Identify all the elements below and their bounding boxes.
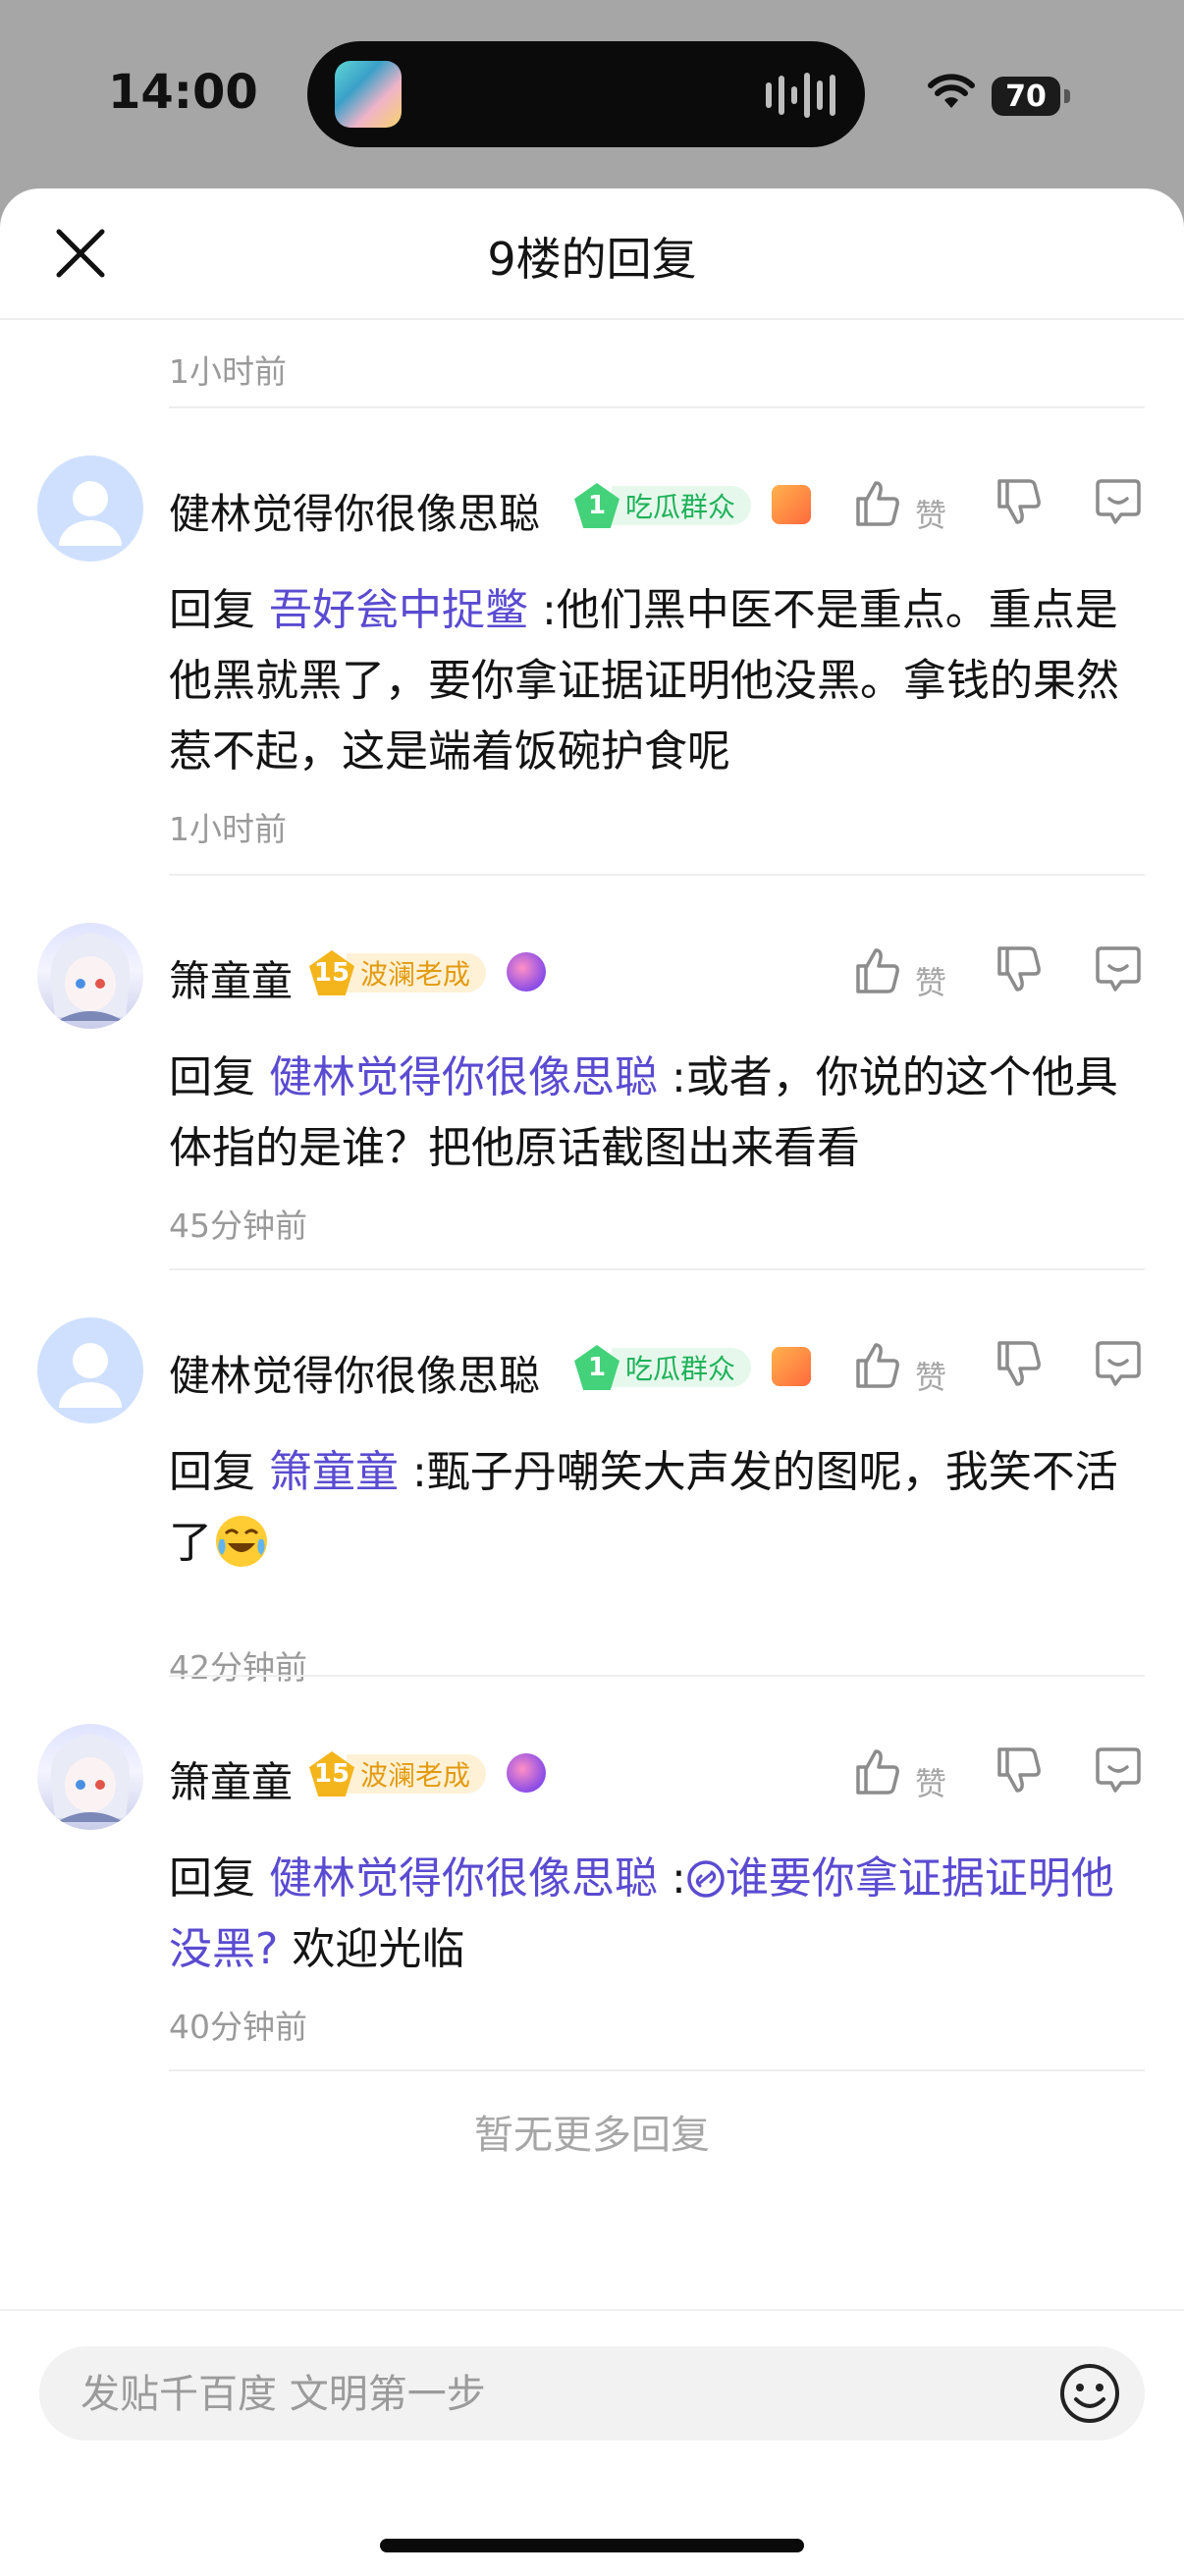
divider: [169, 874, 1145, 876]
reply-prefix: 回复: [169, 1853, 269, 1904]
now-playing-artwork: [335, 61, 402, 128]
like-label[interactable]: 赞: [915, 491, 946, 536]
dynamic-island[interactable]: [307, 41, 865, 147]
medal-icon: [772, 1347, 811, 1386]
sheet-header: 9楼的回复: [0, 188, 1184, 320]
reply-content: 回复 健林觉得你很像思聪 : 谁要你拿证据证明他没黑? 欢迎光临: [169, 1844, 1151, 1985]
divider: [169, 2069, 1145, 2071]
reply-prefix: 回复: [169, 1447, 269, 1497]
username[interactable]: 健林觉得你很像思聪: [169, 481, 540, 541]
like-label[interactable]: 赞: [915, 958, 946, 1003]
level-title: 吃瓜群众: [612, 486, 752, 525]
mention-link[interactable]: 健林觉得你很像思聪: [269, 1853, 658, 1904]
mention-link[interactable]: 吾好瓮中捉鳖: [269, 585, 528, 635]
medal-icon: [507, 952, 546, 992]
thumbs-up-icon[interactable]: [852, 477, 901, 528]
divider: [169, 406, 1145, 408]
thumbs-up-icon[interactable]: [852, 944, 901, 995]
comment-icon[interactable]: [1094, 1339, 1143, 1388]
no-more-replies: 暂无更多回复: [474, 2113, 710, 2158]
divider: [169, 1268, 1145, 1270]
level-badge: 15 波澜老成: [309, 1751, 487, 1797]
laughing-tears-emoji-icon: [216, 1516, 267, 1567]
avatar[interactable]: [37, 1724, 143, 1830]
thumbs-up-icon[interactable]: [852, 1745, 901, 1797]
comment-icon[interactable]: [1094, 1745, 1143, 1795]
avatar[interactable]: [37, 456, 143, 562]
medal-icon: [507, 1753, 546, 1793]
thumbs-down-icon[interactable]: [994, 1339, 1043, 1390]
reply-timestamp: 40分钟前: [169, 2008, 307, 2046]
composer-bar: [0, 2309, 1184, 2576]
replies-sheet: 9楼的回复 1小时前 健林觉得你很像思聪 1 吃瓜群众 赞 回复 吾好瓮中捉鳖 …: [0, 188, 1184, 2574]
reply-timestamp: 1小时前: [169, 810, 287, 848]
battery-tip: [1064, 89, 1070, 103]
username[interactable]: 健林觉得你很像思聪: [169, 1343, 540, 1403]
level-title: 吃瓜群众: [612, 1348, 752, 1387]
like-label[interactable]: 赞: [915, 1759, 946, 1804]
thumbs-down-icon[interactable]: [994, 944, 1043, 995]
comment-icon[interactable]: [1094, 477, 1143, 526]
level-badge: 1 吃瓜群众: [574, 483, 752, 528]
top-timestamp: 1小时前: [169, 352, 287, 391]
reply-prefix: 回复: [169, 585, 269, 635]
level-title: 波澜老成: [347, 1754, 487, 1794]
thumbs-up-icon[interactable]: [852, 1339, 901, 1390]
link-icon: [687, 1860, 725, 1898]
like-label[interactable]: 赞: [915, 1353, 946, 1398]
mention-link[interactable]: 箫童童: [269, 1447, 399, 1497]
comment-icon[interactable]: [1094, 944, 1143, 993]
reply-timestamp: 42分钟前: [169, 1648, 307, 1687]
level-title: 波澜老成: [347, 953, 487, 993]
thumbs-down-icon[interactable]: [994, 1745, 1043, 1797]
status-time: 14:00: [108, 65, 258, 120]
avatar[interactable]: [37, 923, 143, 1029]
mention-link[interactable]: 健林觉得你很像思聪: [269, 1052, 658, 1102]
reply-text: :: [658, 1853, 686, 1904]
battery-indicator: 70: [992, 77, 1060, 116]
username[interactable]: 箫童童: [169, 948, 293, 1008]
reply-content: 回复 健林觉得你很像思聪 :或者，你说的这个他具体指的是谁？把他原话截图出来看看: [169, 1043, 1151, 1184]
reply-timestamp: 45分钟前: [169, 1207, 307, 1245]
divider: [169, 1675, 1145, 1677]
medal-icon: [772, 485, 811, 524]
reply-content: 回复 箫童童 :甄子丹嘲笑大声发的图呢，我笑不活了: [169, 1437, 1151, 1579]
smile-icon[interactable]: [1056, 2360, 1123, 2427]
reply-input[interactable]: [79, 2364, 1005, 2425]
avatar[interactable]: [37, 1317, 143, 1423]
level-badge: 1 吃瓜群众: [574, 1345, 752, 1390]
audio-wave-icon: [766, 71, 835, 120]
wifi-icon: [928, 74, 975, 108]
username[interactable]: 箫童童: [169, 1749, 293, 1809]
composer-pill[interactable]: [39, 2346, 1145, 2441]
thumbs-down-icon[interactable]: [994, 477, 1043, 528]
home-indicator[interactable]: [380, 2539, 804, 2552]
reply-text-after: 欢迎光临: [278, 1924, 465, 1974]
sheet-title: 9楼的回复: [487, 233, 697, 286]
reply-content: 回复 吾好瓮中捉鳖 :他们黑中医不是重点。重点是他黑就黑了，要你拿证据证明他没黑…: [169, 575, 1151, 787]
reply-prefix: 回复: [169, 1052, 269, 1102]
level-badge: 15 波澜老成: [309, 950, 487, 995]
